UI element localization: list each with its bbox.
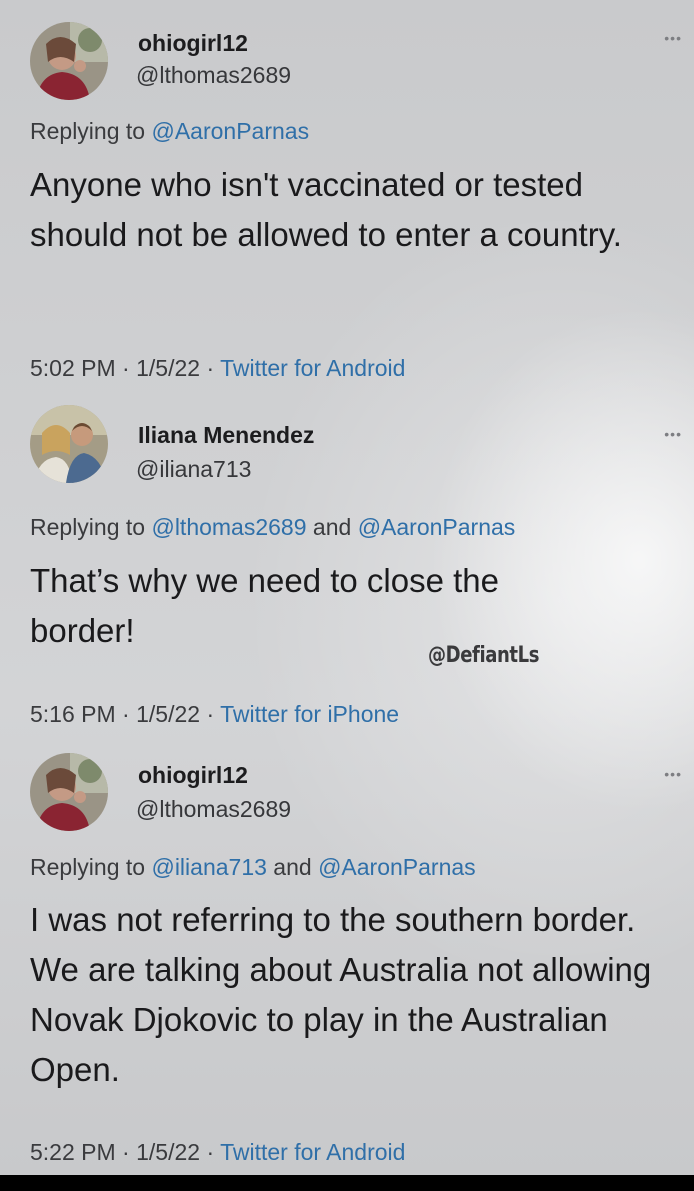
mention-link[interactable]: @AaronParnas: [151, 118, 309, 144]
meta-separator: ·: [115, 1139, 137, 1165]
tweet-text: Anyone who isn't vaccinated or tested sh…: [30, 166, 622, 253]
tweet-time[interactable]: 5:16 PM: [30, 701, 116, 727]
user-handle[interactable]: @lthomas2689: [136, 796, 291, 823]
watermark: @DefiantLs: [428, 643, 540, 668]
tweet-date[interactable]: 1/5/22: [136, 355, 200, 381]
mention-link[interactable]: @iliana713: [151, 854, 266, 880]
tweet-source[interactable]: Twitter for iPhone: [220, 701, 399, 727]
tweet-time[interactable]: 5:02 PM: [30, 355, 116, 381]
display-name[interactable]: ohiogirl12: [138, 30, 248, 57]
tweet-time[interactable]: 5:22 PM: [30, 1139, 116, 1165]
user-handle[interactable]: @iliana713: [136, 456, 251, 483]
display-name[interactable]: ohiogirl12: [138, 762, 248, 789]
tweet-date[interactable]: 1/5/22: [136, 701, 200, 727]
replying-label: Replying to: [30, 854, 152, 880]
mention-joiner: and: [266, 854, 319, 880]
more-dots-icon[interactable]: •••: [664, 766, 682, 782]
screenshot: ohiogirl12 @lthomas2689 ••• Replying to …: [0, 0, 694, 1175]
replying-label: Replying to: [30, 514, 152, 540]
tweet-meta: 5:22 PM · 1/5/22 · Twitter for Android: [30, 1139, 405, 1166]
tweet-text: That’s why we need to close the border!: [30, 562, 499, 649]
tweet-meta: 5:16 PM · 1/5/22 · Twitter for iPhone: [30, 701, 399, 728]
mention-joiner: and: [306, 514, 358, 540]
replying-to-line: Replying to @AaronParnas: [30, 118, 309, 145]
meta-separator: ·: [115, 701, 137, 727]
mention-link[interactable]: @lthomas2689: [151, 514, 306, 540]
meta-separator: ·: [115, 355, 137, 381]
mention-link[interactable]: @AaronParnas: [318, 854, 476, 880]
replying-label: Replying to: [30, 118, 152, 144]
more-dots-icon[interactable]: •••: [664, 426, 682, 442]
bottom-black-bar: [0, 1175, 694, 1191]
user-handle[interactable]: @lthomas2689: [136, 62, 291, 89]
tweet-meta: 5:02 PM · 1/5/22 · Twitter for Android: [30, 355, 405, 382]
replying-to-line: Replying to @iliana713 and @AaronParnas: [30, 854, 476, 881]
mention-link[interactable]: @AaronParnas: [358, 514, 516, 540]
replying-to-line: Replying to @lthomas2689 and @AaronParna…: [30, 514, 515, 541]
avatar[interactable]: [30, 753, 108, 831]
more-dots-icon[interactable]: •••: [664, 30, 682, 46]
tweet-source[interactable]: Twitter for Android: [220, 355, 405, 381]
meta-separator: ·: [200, 355, 221, 381]
tweet-source[interactable]: Twitter for Android: [220, 1139, 405, 1165]
meta-separator: ·: [200, 701, 221, 727]
avatar[interactable]: [30, 405, 108, 483]
display-name[interactable]: Iliana Menendez: [138, 422, 314, 449]
tweet-date[interactable]: 1/5/22: [136, 1139, 200, 1165]
meta-separator: ·: [200, 1139, 221, 1165]
tweet-text: I was not referring to the southern bord…: [30, 901, 652, 1088]
avatar[interactable]: [30, 22, 108, 100]
